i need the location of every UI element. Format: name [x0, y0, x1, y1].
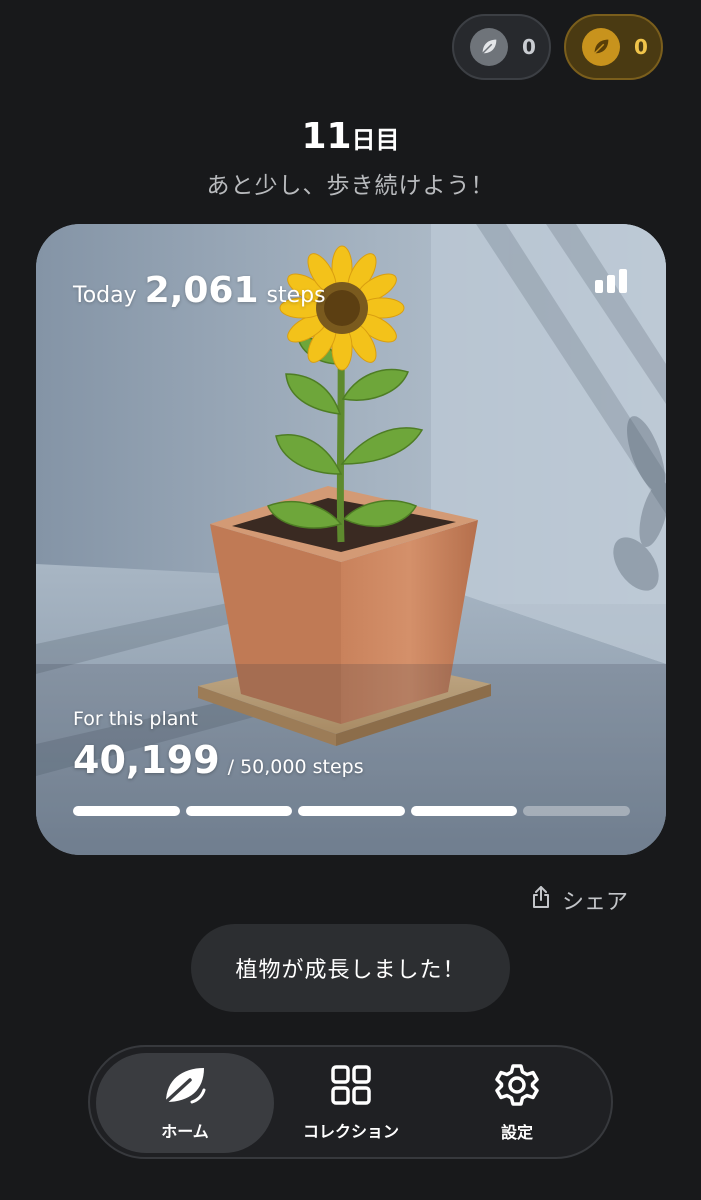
day-suffix: 日目	[351, 126, 400, 154]
silver-leaf-count: 0	[522, 35, 536, 59]
bar-chart-icon[interactable]	[594, 268, 628, 298]
grid-icon	[330, 1064, 372, 1118]
today-steps-unit: steps	[266, 283, 326, 308]
tab-home[interactable]: ホーム	[96, 1053, 274, 1153]
today-steps: Today 2,061 steps	[73, 270, 326, 311]
plant-steps-goal: / 50,000 steps	[227, 756, 364, 778]
tab-settings[interactable]: 設定	[428, 1053, 606, 1153]
gold-leaf-count: 0	[634, 35, 648, 59]
share-button[interactable]: シェア	[530, 884, 628, 916]
progress-segment	[185, 806, 293, 816]
gold-leaf-icon	[582, 28, 620, 66]
tab-settings-label: 設定	[500, 1123, 533, 1142]
share-label: シェア	[562, 890, 629, 915]
plant-progress: 40,199 / 50,000 steps	[73, 738, 364, 782]
bottom-tab-bar: ホーム コレクション 設定	[88, 1045, 613, 1159]
tab-collection[interactable]: コレクション	[262, 1053, 440, 1153]
gear-icon	[495, 1063, 539, 1119]
tab-home-label: ホーム	[161, 1122, 209, 1141]
plant-card[interactable]: Today 2,061 steps For this plant 40,199 …	[36, 224, 666, 855]
progress-segment	[523, 806, 630, 816]
gold-leaf-counter[interactable]: 0	[564, 14, 663, 80]
progress-segment	[298, 806, 405, 816]
tab-collection-label: コレクション	[302, 1122, 399, 1141]
leaf-icon	[162, 1064, 208, 1118]
growth-progress-bar	[73, 806, 630, 818]
encouragement-text: あと少し、歩き続けよう！	[206, 173, 495, 199]
plant-progress-label: For this plant	[73, 708, 198, 730]
share-icon	[530, 885, 562, 915]
today-label: Today	[73, 283, 137, 308]
silver-leaf-icon	[470, 28, 508, 66]
growth-toast: 植物が成長しました！	[191, 924, 510, 1012]
plant-steps-value: 40,199	[73, 738, 220, 782]
progress-segment	[410, 806, 518, 816]
day-number: 11	[301, 116, 352, 157]
progress-segment	[73, 806, 180, 816]
day-counter: 11日目	[0, 116, 701, 157]
silver-leaf-counter[interactable]: 0	[452, 14, 551, 80]
today-steps-value: 2,061	[144, 270, 259, 311]
